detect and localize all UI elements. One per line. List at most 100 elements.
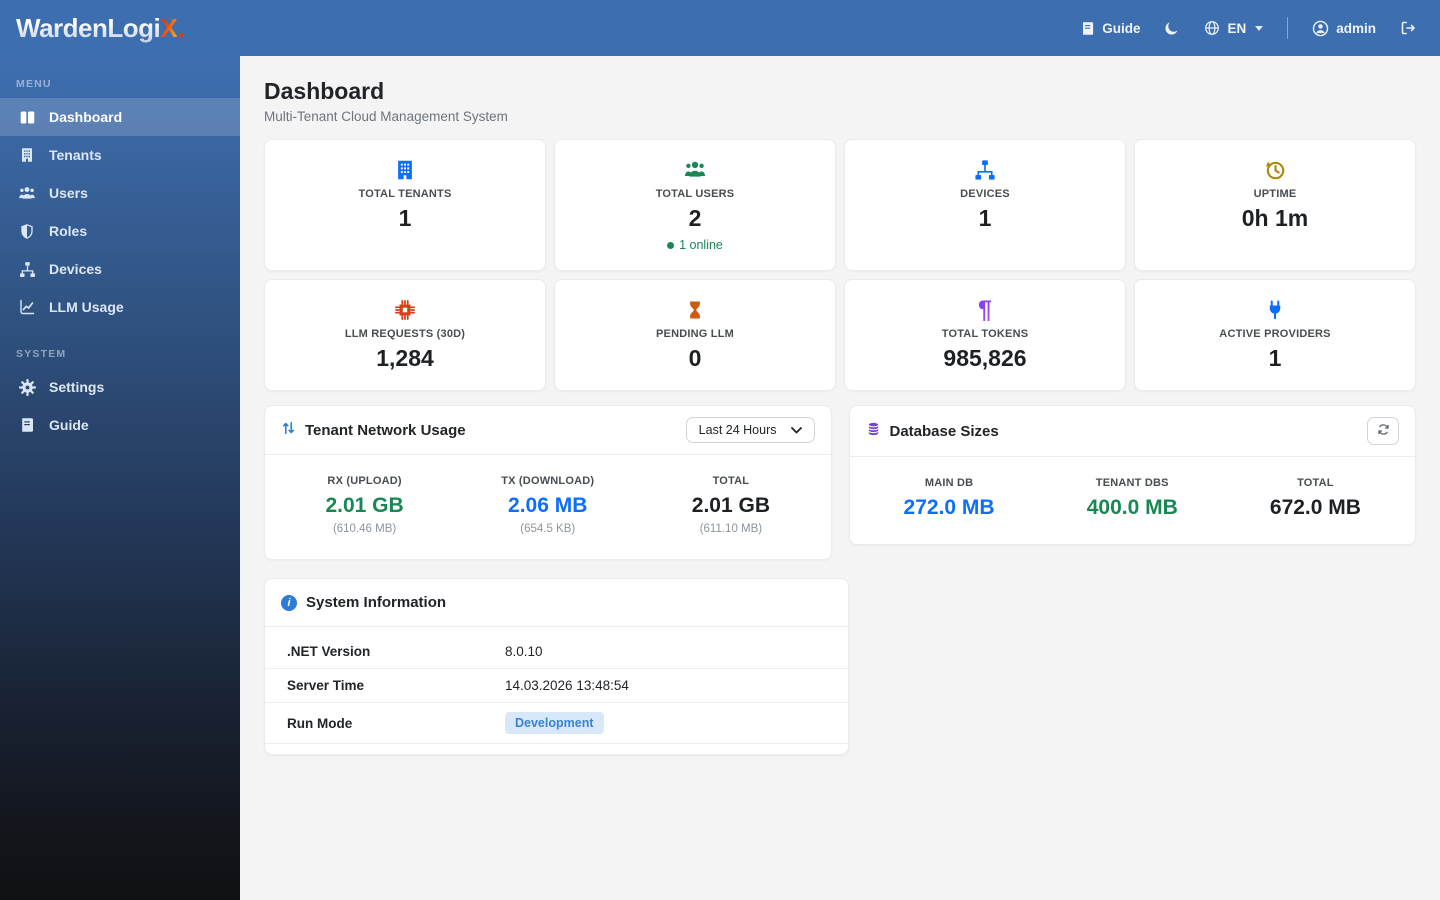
shield-icon [18, 223, 36, 240]
col-label: TOTAL [1297, 477, 1334, 489]
brand-accent: X [160, 12, 178, 43]
hourglass-icon [565, 297, 825, 323]
book-icon [18, 417, 36, 433]
row-value: Development [505, 712, 826, 734]
row-value: 14.03.2026 13:48:54 [505, 678, 629, 693]
col-value: 400.0 MB [1086, 496, 1178, 519]
sidebar-system-label: SYSTEM [16, 348, 67, 360]
stat-card-total-tokens: ¶ TOTAL TOKENS 985,826 [844, 279, 1126, 391]
sidebar: MENU Dashboard Tenants Users Roles Devic… [0, 56, 240, 900]
online-dot-icon [667, 241, 675, 249]
network-col-total: TOTAL 2.01 GB (611.10 MB) [639, 475, 822, 535]
caret-down-icon [1255, 25, 1264, 31]
stat-card-pending-llm: PENDING LLM 0 [554, 279, 836, 391]
topbar: WardenLogiX Guide EN admin [0, 0, 1440, 56]
globe-icon [1204, 20, 1220, 36]
person-circle-icon [1312, 20, 1329, 37]
theme-toggle-button[interactable] [1164, 20, 1180, 36]
network-col-rx: RX (UPLOAD) 2.01 GB (610.46 MB) [273, 475, 456, 535]
stat-card-total-tenants: TOTAL TENANTS 1 [264, 139, 546, 271]
topbar-guide-label: Guide [1102, 20, 1141, 36]
sitemap-icon [18, 261, 36, 278]
language-label: EN [1227, 20, 1247, 36]
sidebar-item-label: Dashboard [49, 109, 123, 125]
logout-button[interactable] [1400, 20, 1416, 36]
brand-tick [179, 32, 184, 37]
online-count: 1 online [679, 238, 723, 252]
panel-title: Database Sizes [889, 422, 999, 440]
sidebar-item-dashboard[interactable]: Dashboard [0, 98, 240, 136]
sidebar-item-settings[interactable]: Settings [0, 368, 240, 406]
gear-icon [18, 378, 36, 396]
col-value: 272.0 MB [903, 496, 995, 519]
stat-value: 1,284 [376, 345, 434, 371]
database-icon [866, 421, 881, 442]
stat-label: TOTAL USERS [655, 188, 735, 200]
sidebar-item-guide[interactable]: Guide [0, 406, 240, 444]
database-sizes-panel: Database Sizes MAIN DB 272.0 MB TENANT D… [848, 405, 1416, 545]
stat-card-total-users: TOTAL USERS 2 1 online [554, 139, 836, 271]
sidebar-item-label: LLM Usage [49, 299, 124, 315]
system-info-header: i System Information [265, 579, 848, 627]
book-icon [1080, 21, 1095, 36]
table-row: .NET Version 8.0.10 [265, 635, 848, 669]
stat-value: 1 [978, 205, 992, 231]
brand-logo[interactable]: WardenLogiX [0, 13, 240, 44]
page-subtitle: Multi-Tenant Cloud Management System [264, 109, 508, 124]
sidebar-item-label: Roles [49, 223, 88, 239]
row-label: Run Mode [287, 715, 353, 731]
clock-history-icon [1145, 157, 1405, 183]
stat-card-active-providers: ACTIVE PROVIDERS 1 [1134, 279, 1416, 391]
db-col-main: MAIN DB 272.0 MB [858, 477, 1041, 520]
stat-value: 985,826 [943, 345, 1027, 371]
sidebar-menu-label: MENU [16, 78, 52, 90]
panel-title: Tenant Network Usage [305, 421, 466, 439]
row-label: Server Time [287, 678, 365, 693]
sitemap-icon [855, 157, 1115, 183]
panels-row: Tenant Network Usage Last 24 Hours RX (U… [264, 405, 1416, 560]
topbar-guide-button[interactable]: Guide [1080, 21, 1140, 36]
col-sub: (610.46 MB) [332, 523, 397, 535]
sidebar-item-users[interactable]: Users [0, 174, 240, 212]
stat-card-uptime: UPTIME 0h 1m [1134, 139, 1416, 271]
stat-label: ACTIVE PROVIDERS [1219, 328, 1331, 340]
brand-main: WardenLogi [16, 12, 161, 43]
logout-icon [1400, 20, 1416, 36]
time-range-select[interactable]: Last 24 Hours [685, 417, 815, 443]
system-info-table: .NET Version 8.0.10 Server Time 14.03.20… [265, 627, 848, 754]
stat-value: 0h 1m [1241, 205, 1309, 231]
stat-label: TOTAL TOKENS [941, 328, 1029, 340]
sidebar-item-label: Tenants [49, 147, 102, 163]
moon-icon [1164, 20, 1180, 36]
topbar-divider [1287, 17, 1289, 39]
topbar-actions: Guide EN admin [1080, 17, 1440, 39]
stat-value: 1 [1268, 345, 1282, 371]
plug-icon [1145, 297, 1405, 323]
user-menu[interactable]: admin [1312, 20, 1376, 37]
col-sub: (654.5 KB) [520, 523, 576, 535]
refresh-button[interactable] [1367, 417, 1399, 445]
col-label: MAIN DB [924, 477, 974, 489]
row-label: .NET Version [287, 644, 371, 659]
db-col-tenant: TENANT DBS 400.0 MB [1041, 477, 1224, 520]
sidebar-item-devices[interactable]: Devices [0, 250, 240, 288]
users-icon [18, 185, 36, 202]
language-dropdown[interactable]: EN [1204, 20, 1264, 36]
sidebar-item-llm-usage[interactable]: LLM Usage [0, 288, 240, 326]
sidebar-item-label: Users [49, 185, 88, 201]
sidebar-item-tenants[interactable]: Tenants [0, 136, 240, 174]
network-usage-header: Tenant Network Usage Last 24 Hours [265, 406, 831, 455]
col-value: 2.01 GB [325, 494, 404, 517]
sidebar-item-roles[interactable]: Roles [0, 212, 240, 250]
dashboard-icon [18, 109, 36, 126]
panel-title: System Information [306, 594, 447, 611]
table-row: Run Mode Development [265, 703, 848, 744]
pilcrow-icon: ¶ [978, 296, 992, 324]
username-label: admin [1336, 20, 1376, 36]
stat-value: 0 [688, 345, 702, 371]
network-usage-body: RX (UPLOAD) 2.01 GB (610.46 MB) TX (DOWN… [265, 455, 831, 559]
stat-label: TOTAL TENANTS [358, 188, 452, 200]
run-mode-badge: Development [505, 712, 604, 734]
system-info-panel: i System Information .NET Version 8.0.10… [264, 578, 849, 755]
table-row: Server Time 14.03.2026 13:48:54 [265, 669, 848, 703]
